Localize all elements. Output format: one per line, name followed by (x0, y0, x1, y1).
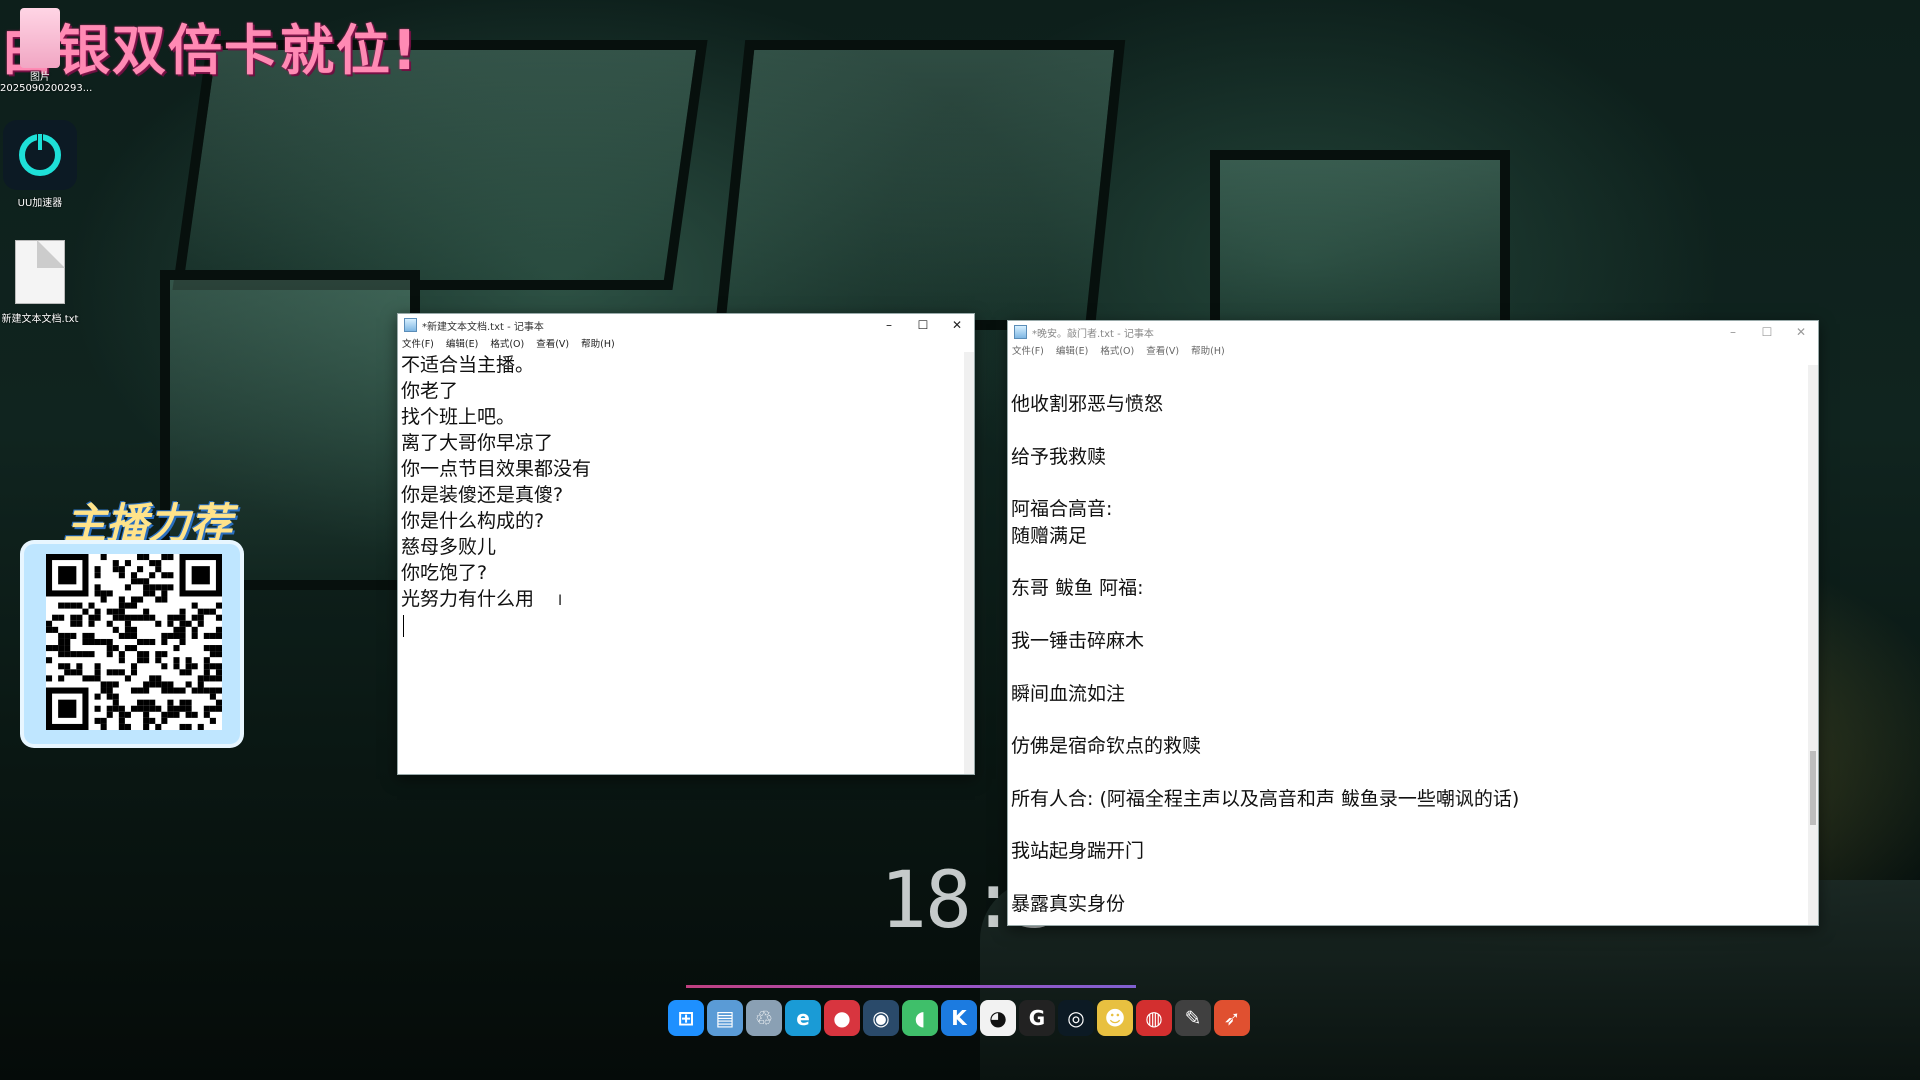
text-caret (403, 614, 404, 637)
desktop-icon-photo[interactable]: 图片 2025090200293... (0, 8, 93, 94)
steam-icon[interactable]: ◉ (863, 1000, 899, 1036)
bg-window-pane (1210, 150, 1510, 340)
uu-accelerator-icon[interactable]: ◎ (1058, 1000, 1094, 1036)
text-line: 他收割邪恶与愤怒 (1011, 393, 1164, 416)
desktop-icon-label: 2025090200293... (0, 83, 93, 94)
desktop-icon-label: 新建文本文档.txt (1, 314, 79, 325)
text-line: 阿福合高音: (1011, 498, 1113, 521)
close-button[interactable]: ✕ (1784, 325, 1818, 339)
app-panda-icon[interactable]: ☻ (1097, 1000, 1133, 1036)
taskbar-dock: ⊞ ▤ ♲ e ● ◉ ◖ K ◕ G ◎ ☻ ◍ ✎ ➶ (668, 1000, 1250, 1040)
uu-accelerator-icon (3, 120, 77, 190)
notepad-window-2[interactable]: *晚安。敲门者.txt - 记事本 – ☐ ✕ 文件(F) 编辑(E) 格式(O… (1007, 320, 1819, 926)
text-line: 你老了 (401, 380, 459, 402)
netease-music-icon[interactable]: ◍ (1136, 1000, 1172, 1036)
text-line: 东哥 鲅鱼 阿福: (1011, 577, 1144, 600)
text-line: 暴露真实身份 (1011, 892, 1126, 915)
text-line (1008, 365, 1808, 391)
image-file-icon (20, 8, 60, 68)
menu-file[interactable]: 文件(F) (402, 336, 434, 352)
titlebar[interactable]: *晚安。敲门者.txt - 记事本 – ☐ ✕ (1008, 321, 1818, 343)
maximize-button[interactable]: ☐ (906, 318, 940, 332)
text-line: 仿佛是宿命钦点的救赎 (1011, 735, 1202, 758)
scrollbar-thumb[interactable] (1810, 751, 1816, 825)
minimize-button[interactable]: – (872, 318, 906, 332)
app-red-bird-icon[interactable]: ● (824, 1000, 860, 1036)
windows-start-icon[interactable]: ⊞ (668, 1000, 704, 1036)
dock-accent-line (686, 985, 1136, 988)
vertical-scrollbar[interactable] (964, 352, 974, 774)
text-line: 所有人合: (阿福全程主声以及高音和声 鲅鱼录一些嘲讽的话) (1011, 787, 1520, 810)
text-line: 我站起身踹开门 (1011, 840, 1145, 863)
vertical-scrollbar[interactable] (1808, 365, 1818, 925)
text-line: 随赠满足 (1011, 524, 1088, 547)
menu-help[interactable]: 帮助(H) (581, 336, 615, 352)
window-title: *晚安。敲门者.txt - 记事本 (1032, 328, 1154, 340)
text-line: 不适合当主播。 (401, 354, 535, 376)
desktop-icon-label: UU加速器 (17, 198, 63, 209)
text-line: 找个班上吧。 (401, 406, 516, 428)
menubar: 文件(F) 编辑(E) 格式(O) 查看(V) 帮助(H) (1008, 343, 1818, 359)
window-title: *新建文本文档.txt - 记事本 (422, 321, 544, 333)
text-line: 离了大哥你早凉了 (401, 432, 554, 454)
text-line: 给予我救赎 (1011, 445, 1107, 468)
recycle-bin-icon[interactable]: ♲ (746, 1000, 782, 1036)
kugou-icon[interactable]: K (941, 1000, 977, 1036)
text-editor-area[interactable]: 他收割邪恶与愤怒 给予我救赎 阿福合高音: 随赠满足 东哥 鲅鱼 阿福: 我一锤… (1008, 365, 1808, 925)
text-line: 你吃饱了? (401, 562, 488, 584)
text-line (1008, 602, 1808, 628)
minimize-button[interactable]: – (1716, 325, 1750, 339)
text-line (1008, 549, 1808, 575)
maximize-button[interactable]: ☐ (1750, 325, 1784, 339)
app-egg-icon[interactable]: ◖ (902, 1000, 938, 1036)
qr-frame (24, 544, 240, 744)
desktop-icon-uu[interactable]: UU加速器 (0, 120, 80, 209)
edge-icon[interactable]: e (785, 1000, 821, 1036)
menu-format[interactable]: 格式(O) (1100, 343, 1134, 359)
text-line: 慈母多败儿 (401, 536, 497, 558)
desktop-icon-label: 图片 (30, 72, 50, 83)
titlebar[interactable]: *新建文本文档.txt - 记事本 – ☐ ✕ (398, 314, 974, 336)
qr-panel-title: 主播力荐 (64, 499, 233, 548)
text-line: 瞬间血流如注 (1011, 682, 1126, 705)
app-notes-icon[interactable]: ✎ (1175, 1000, 1211, 1036)
menu-file[interactable]: 文件(F) (1012, 343, 1044, 359)
text-line (1008, 812, 1808, 838)
file-manager-icon[interactable]: ▤ (707, 1000, 743, 1036)
text-line (1008, 470, 1808, 496)
menu-edit[interactable]: 编辑(E) (446, 336, 478, 352)
text-line: 你一点节目效果都没有 (401, 458, 592, 480)
menu-view[interactable]: 查看(V) (536, 336, 569, 352)
text-line: 你是装傻还是真傻? (401, 484, 564, 506)
menu-format[interactable]: 格式(O) (490, 336, 524, 352)
text-line: 你是什么构成的? (401, 510, 545, 532)
app-bird-icon[interactable]: ➶ (1214, 1000, 1250, 1036)
text-line-cursor (398, 612, 964, 638)
qq-icon[interactable]: ◕ (980, 1000, 1016, 1036)
qr-promo-panel: 主播力荐 (24, 490, 240, 750)
close-button[interactable]: ✕ (940, 318, 974, 332)
text-line: 我一锤击碎麻木 (1011, 629, 1145, 652)
text-file-icon (15, 240, 65, 304)
text-line (1008, 418, 1808, 444)
text-line (1008, 707, 1808, 733)
text-line (1008, 759, 1808, 785)
text-line (1008, 865, 1808, 891)
ibeam-cursor-icon: I (558, 593, 563, 609)
bg-window-pane (714, 40, 1126, 330)
notepad-icon (1014, 325, 1027, 339)
menu-edit[interactable]: 编辑(E) (1056, 343, 1088, 359)
menubar: 文件(F) 编辑(E) 格式(O) 查看(V) 帮助(H) (398, 336, 974, 352)
app-g-icon[interactable]: G (1019, 1000, 1055, 1036)
qr-code-icon (46, 554, 222, 730)
notepad-icon (404, 318, 417, 332)
text-line: 光努力有什么用 (401, 588, 535, 610)
text-line (1008, 654, 1808, 680)
desktop-icon-txt[interactable]: 新建文本文档.txt (0, 240, 80, 325)
menu-help[interactable]: 帮助(H) (1191, 343, 1225, 359)
text-editor-area[interactable]: 不适合当主播。 你老了 找个班上吧。 离了大哥你早凉了 你一点节目效果都没有 你… (398, 352, 964, 774)
menu-view[interactable]: 查看(V) (1146, 343, 1179, 359)
notepad-window-1[interactable]: *新建文本文档.txt - 记事本 – ☐ ✕ 文件(F) 编辑(E) 格式(O… (397, 313, 975, 775)
